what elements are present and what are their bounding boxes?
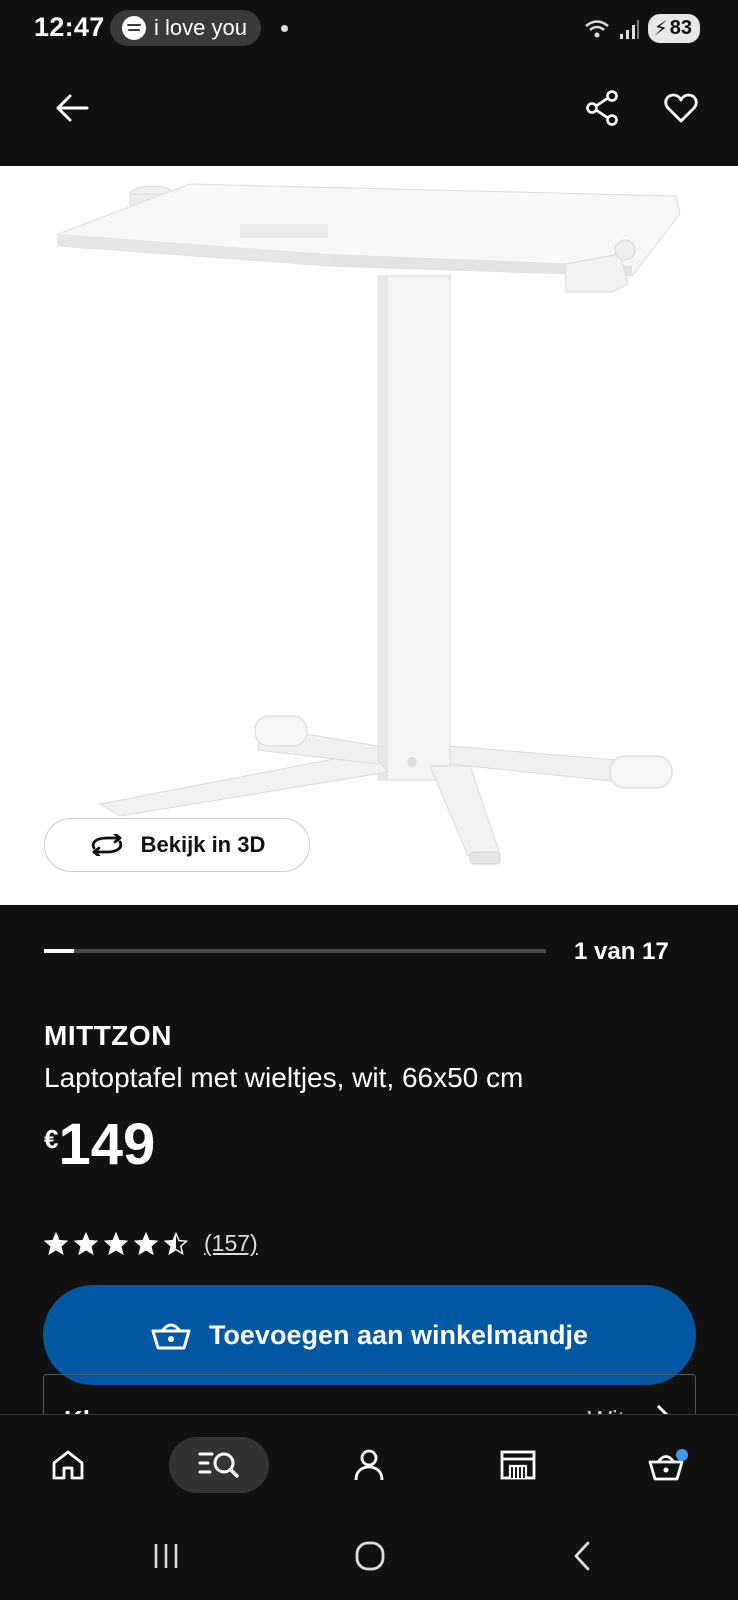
basket-icon: [151, 1323, 191, 1350]
gallery-progress: [44, 949, 546, 953]
view-3d-button[interactable]: Bekijk in 3D: [44, 818, 310, 872]
star-icon: [44, 1231, 68, 1255]
view-3d-label: Bekijk in 3D: [140, 832, 266, 857]
chevron-left-icon: [574, 1541, 590, 1571]
tab-store[interactable]: [490, 1437, 546, 1493]
favorite-button[interactable]: [657, 84, 705, 132]
back-button[interactable]: [48, 84, 96, 132]
profile-icon: [354, 1449, 384, 1481]
signal-icon: [619, 19, 639, 39]
status-bar: 12:47 i love you ⚡ 83: [0, 0, 738, 58]
tab-cart[interactable]: [640, 1437, 696, 1493]
rating-stars: [44, 1231, 188, 1256]
recent-apps-icon: [154, 1544, 178, 1568]
battery-indicator: ⚡ 83: [647, 14, 700, 43]
cart-badge-dot: [676, 1449, 688, 1461]
system-back-button[interactable]: [562, 1536, 602, 1576]
rotate-3d-icon: [91, 834, 122, 856]
search-list-icon: [198, 1452, 239, 1478]
laptop-table-image: [57, 183, 681, 865]
price-value: 149: [58, 1112, 156, 1177]
battery-leaf-icon: ⚡: [653, 18, 668, 40]
add-to-cart-label: Toevoegen aan winkelmandje: [208, 1319, 589, 1350]
top-nav: [0, 58, 738, 166]
home-icon: [52, 1450, 84, 1480]
tab-profile[interactable]: [341, 1437, 397, 1493]
home-system-button[interactable]: [350, 1536, 390, 1576]
star-icon: [74, 1231, 98, 1255]
battery-level: 83: [669, 17, 692, 39]
bottom-tab-bar: [0, 1414, 738, 1515]
notification-dot: [281, 25, 288, 32]
review-count[interactable]: (157): [204, 1230, 258, 1257]
share-button[interactable]: [578, 84, 626, 132]
product-price: € 149: [44, 1116, 155, 1174]
tab-search[interactable]: [169, 1437, 269, 1493]
product-image[interactable]: Bekijk in 3D: [0, 166, 738, 905]
status-time: 12:47: [34, 12, 105, 42]
star-icon: [164, 1231, 188, 1255]
system-nav-bar: [0, 1514, 738, 1600]
heart-icon: [664, 93, 698, 123]
add-to-cart-button[interactable]: Toevoegen aan winkelmandje: [43, 1285, 696, 1385]
star-icon: [104, 1231, 128, 1255]
spotify-icon: [122, 16, 146, 40]
price-currency: €: [44, 1124, 59, 1154]
store-icon: [500, 1450, 536, 1480]
home-circle-icon: [355, 1541, 385, 1571]
media-pill-text: i love you: [154, 15, 247, 40]
status-icons: ⚡ 83: [584, 14, 700, 43]
share-icon: [586, 90, 618, 126]
recent-apps-button[interactable]: [146, 1536, 186, 1576]
product-description: Laptoptafel met wieltjes, wit, 66x50 cm: [44, 1062, 524, 1093]
arrow-left-icon: [56, 94, 89, 122]
star-icon: [134, 1231, 158, 1255]
media-pill[interactable]: i love you: [110, 10, 261, 46]
tab-home[interactable]: [40, 1437, 96, 1493]
cart-icon: [648, 1449, 688, 1481]
product-rating[interactable]: (157): [44, 1230, 258, 1257]
product-brand: MITTZON: [44, 1020, 172, 1051]
gallery-position: 1 van 17: [574, 938, 669, 965]
gallery-progress-fill: [44, 949, 74, 953]
wifi-icon: [584, 19, 609, 37]
